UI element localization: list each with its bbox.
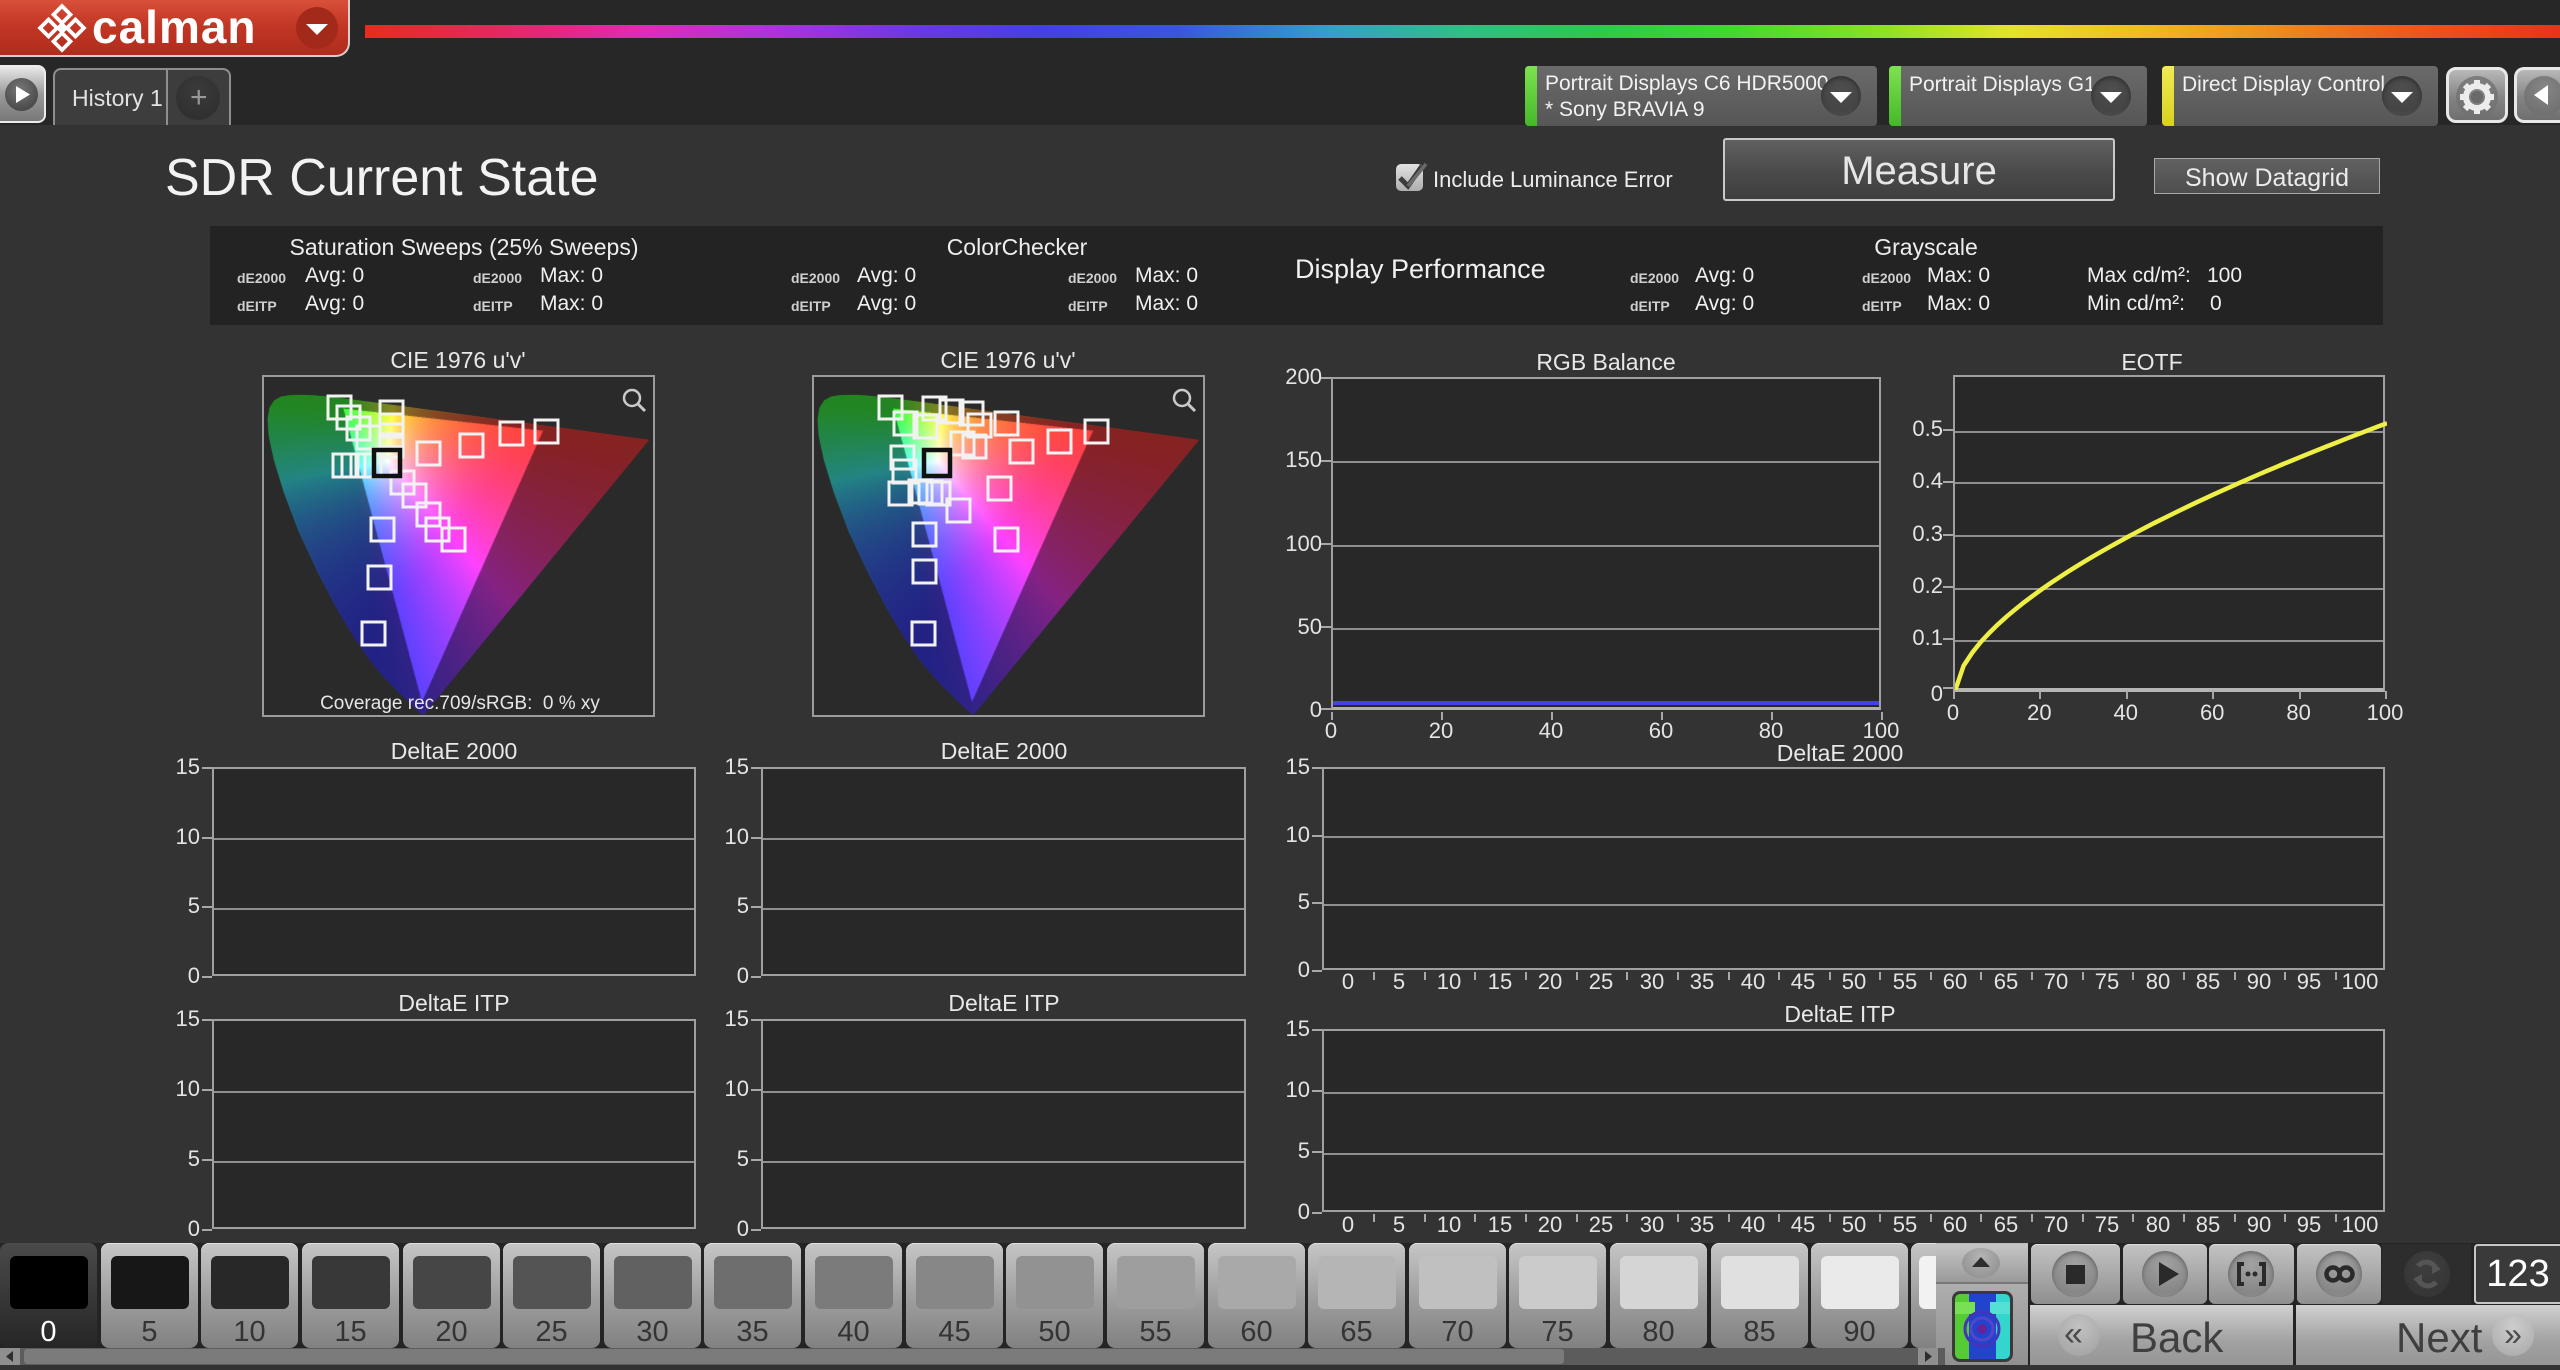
- svg-text:calman: calman: [92, 1, 257, 53]
- svg-text:Coverage rec.709/sRGB: 0 % xy: Coverage rec.709/sRGB: 0 % xy: [320, 693, 600, 714]
